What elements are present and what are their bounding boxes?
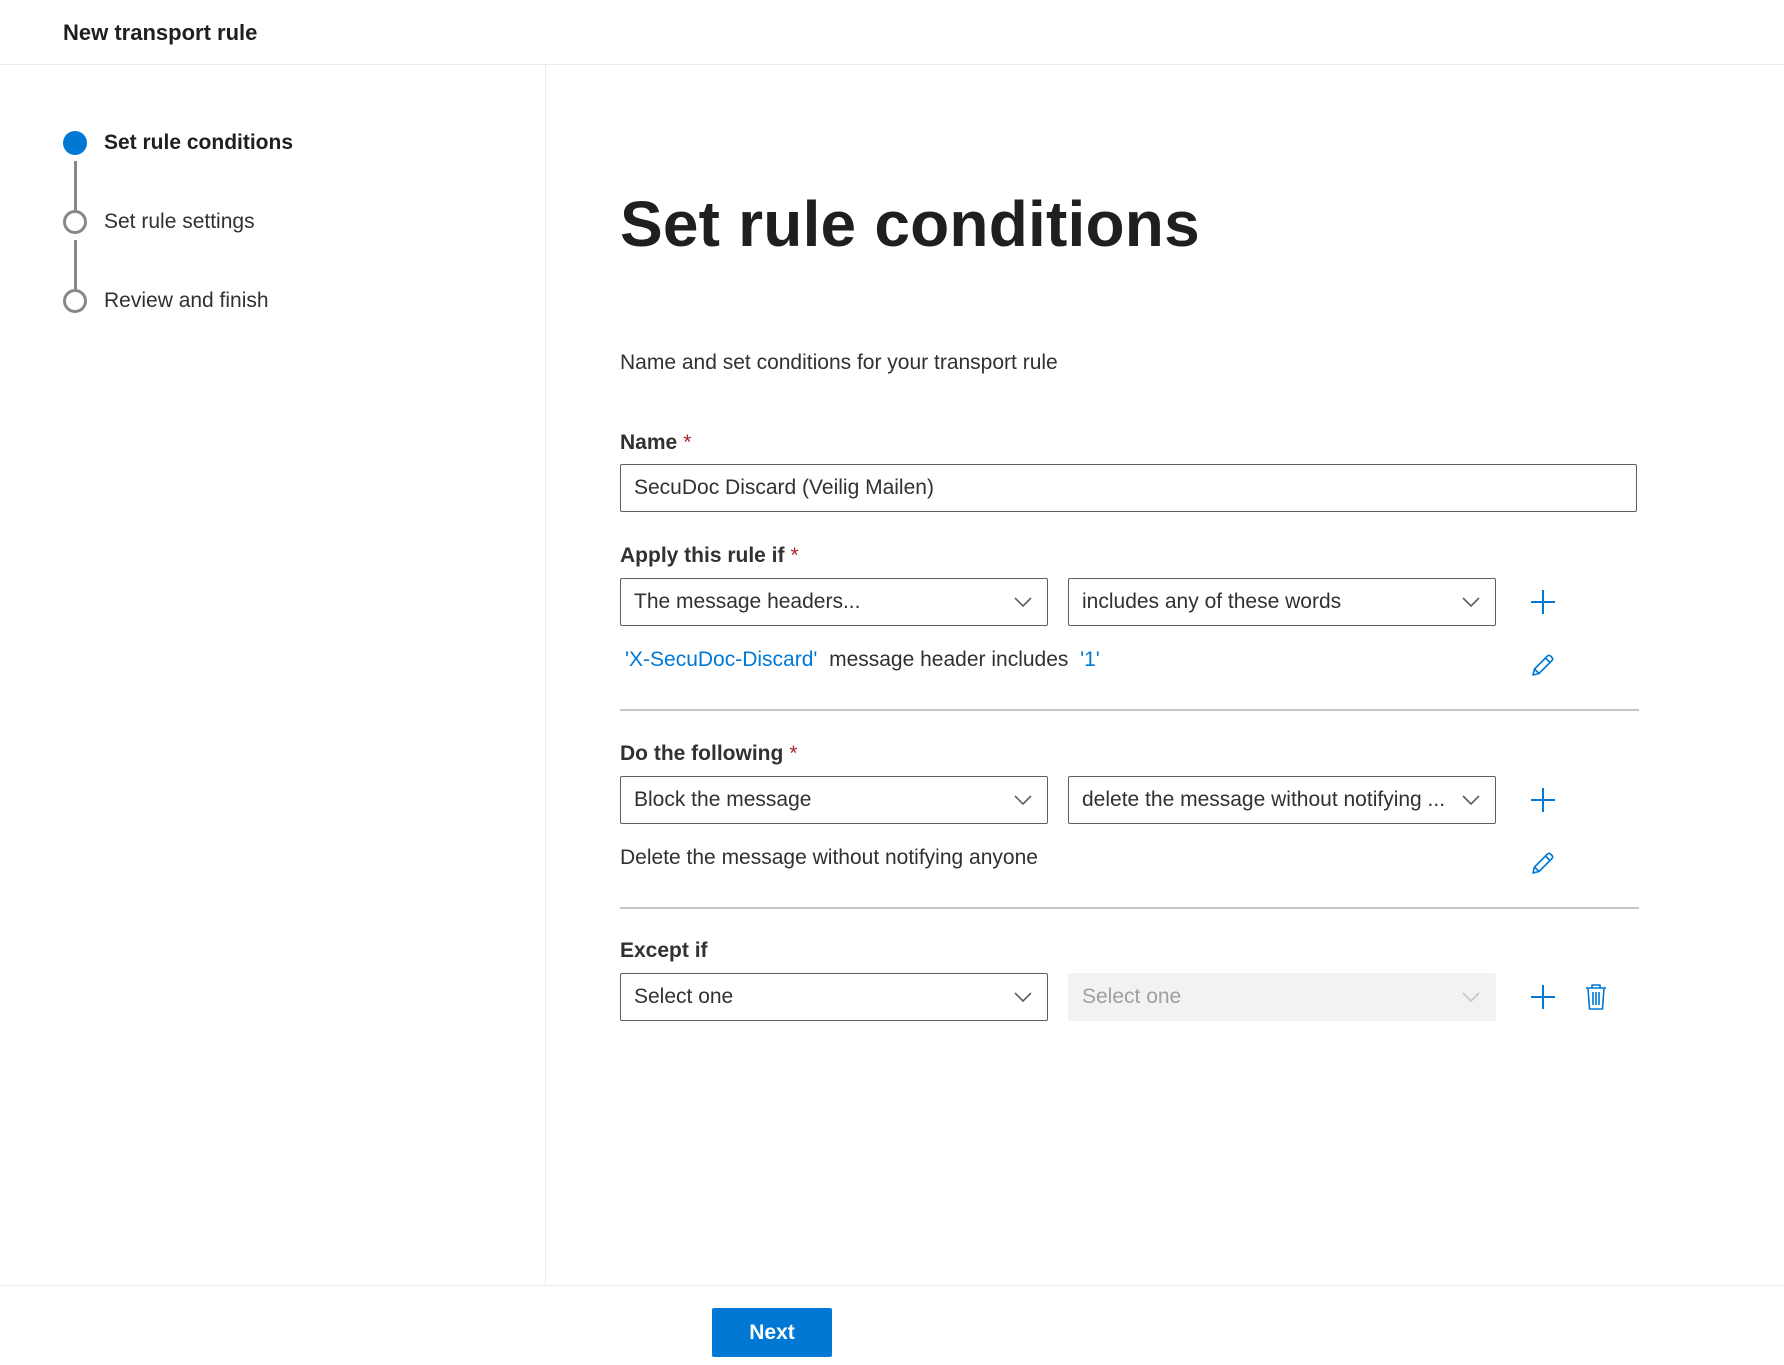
wizard-step-set-rule-conditions[interactable]: Set rule conditions: [63, 131, 293, 155]
exception-condition-dropdown[interactable]: Select one: [620, 973, 1048, 1021]
delete-icon: [1586, 984, 1606, 1010]
dropdown-value: includes any of these words: [1082, 590, 1342, 613]
header-value-link[interactable]: '1': [1080, 648, 1100, 671]
step-current-icon: [63, 131, 87, 155]
exception-operator-dropdown: Select one: [1068, 973, 1496, 1021]
dropdown-value: delete the message without notifying ...: [1082, 788, 1446, 811]
wizard-step-review-and-finish[interactable]: Review and finish: [63, 289, 269, 313]
apply-condition-summary: 'X-SecuDoc-Discard' message header inclu…: [625, 648, 1100, 671]
page-subtitle: Name and set conditions for your transpo…: [620, 351, 1058, 374]
wizard-step-label: Set rule settings: [104, 210, 255, 233]
edit-condition-button[interactable]: [1526, 650, 1558, 682]
apply-operator-dropdown[interactable]: includes any of these words: [1068, 578, 1496, 626]
panel-footer: Next: [0, 1285, 1784, 1365]
chevron-down-icon: [1014, 795, 1032, 806]
apply-condition-dropdown[interactable]: The message headers...: [620, 578, 1048, 626]
dropdown-value: The message headers...: [634, 590, 861, 613]
add-icon: [1531, 788, 1555, 812]
required-indicator: *: [683, 431, 692, 454]
panel-header: New transport rule: [0, 0, 1784, 65]
step-pending-icon: [63, 289, 87, 313]
edit-action-button[interactable]: [1526, 848, 1558, 880]
chevron-down-icon: [1462, 992, 1480, 1003]
do-following-label: Do the following *: [620, 742, 798, 765]
next-button[interactable]: Next: [712, 1308, 832, 1357]
step-connector: [74, 161, 77, 211]
section-divider: [620, 907, 1639, 909]
add-exception-button[interactable]: [1527, 981, 1559, 1013]
panel-title: New transport rule: [63, 20, 258, 45]
wizard-steps-pane: Set rule conditions Set rule settings Re…: [0, 65, 546, 1285]
section-divider: [620, 709, 1639, 711]
delete-exception-button[interactable]: [1580, 981, 1612, 1013]
dropdown-value: Select one: [634, 985, 734, 1008]
action-dropdown[interactable]: Block the message: [620, 776, 1048, 824]
add-icon: [1531, 590, 1555, 614]
chevron-down-icon: [1462, 795, 1480, 806]
wizard-step-label: Set rule conditions: [104, 131, 294, 154]
name-label: Name *: [620, 431, 692, 454]
action-detail-dropdown[interactable]: delete the message without notifying ...: [1068, 776, 1496, 824]
chevron-down-icon: [1462, 597, 1480, 608]
required-indicator: *: [790, 544, 799, 567]
step-pending-icon: [63, 210, 87, 234]
name-input[interactable]: [620, 464, 1637, 512]
dropdown-value: Select one: [1082, 985, 1182, 1008]
page-title: Set rule conditions: [620, 188, 1200, 260]
chevron-down-icon: [1014, 597, 1032, 608]
edit-icon: [1532, 852, 1554, 874]
edit-icon: [1532, 654, 1554, 676]
action-summary: Delete the message without notifying any…: [620, 846, 1038, 869]
add-action-button[interactable]: [1527, 784, 1559, 816]
required-indicator: *: [789, 742, 798, 765]
except-if-label: Except if: [620, 939, 708, 962]
wizard-step-set-rule-settings[interactable]: Set rule settings: [63, 210, 255, 234]
header-name-link[interactable]: 'X-SecuDoc-Discard': [625, 648, 817, 671]
apply-rule-if-label: Apply this rule if *: [620, 544, 799, 567]
add-condition-button[interactable]: [1527, 586, 1559, 618]
step-connector: [74, 240, 77, 290]
chevron-down-icon: [1014, 992, 1032, 1003]
wizard-step-label: Review and finish: [104, 289, 269, 312]
dropdown-value: Block the message: [634, 788, 812, 811]
add-icon: [1531, 985, 1555, 1009]
